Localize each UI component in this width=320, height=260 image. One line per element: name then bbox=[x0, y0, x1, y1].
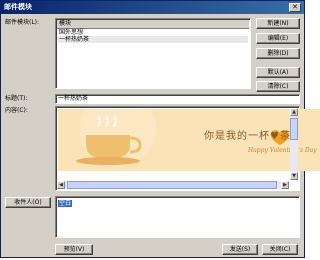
content-label: 内容(C): bbox=[5, 107, 28, 114]
list-item[interactable]: 国外思想 bbox=[58, 29, 248, 36]
subject-value: 一杯热奶茶 bbox=[58, 95, 89, 102]
scroll-down-icon[interactable]: ▼ bbox=[290, 172, 298, 180]
list-column-header[interactable]: 模块 bbox=[57, 20, 249, 29]
title-bar: 邮件模块 ✕ bbox=[1, 1, 304, 14]
subject-input[interactable]: 一杯热奶茶 bbox=[55, 94, 300, 104]
send-button[interactable]: 发送(S) bbox=[222, 244, 258, 255]
close-icon[interactable]: ✕ bbox=[289, 3, 301, 12]
mail-module-dialog: 邮件模块 ✕ 邮件模块(L): 模块 国外思想 一杯热奶茶 新建(N) 编辑(E… bbox=[0, 0, 320, 258]
scroll-right-icon[interactable]: ▶ bbox=[281, 181, 289, 189]
module-label: 邮件模块(L): bbox=[5, 19, 40, 26]
delete-button[interactable]: 删除(D) bbox=[256, 48, 300, 59]
close-button[interactable]: 关闭(C) bbox=[262, 244, 298, 255]
banner-sub-text: Happy Valentine's Day bbox=[248, 147, 317, 154]
clear-button[interactable]: 清除(C) bbox=[256, 81, 300, 92]
list-item-selected[interactable]: 一杯热奶茶 bbox=[58, 36, 248, 43]
recipient-field[interactable]: 空白 bbox=[55, 196, 300, 238]
horizontal-scroll-thumb[interactable] bbox=[67, 181, 277, 189]
scroll-left-icon[interactable]: ◀ bbox=[57, 181, 65, 189]
vertical-scroll-thumb[interactable] bbox=[290, 118, 298, 140]
content-horizontal-scrollbar[interactable]: ◀ ▶ bbox=[57, 181, 289, 189]
banner-main-text: 你是我的一杯♥茶 bbox=[204, 131, 291, 142]
edit-button[interactable]: 编辑(E) bbox=[256, 33, 300, 44]
recipient-value: 空白 bbox=[58, 200, 73, 207]
module-list[interactable]: 模块 国外思想 一杯热奶茶 bbox=[55, 18, 251, 89]
recipient-button[interactable]: 收件人(O) bbox=[5, 197, 51, 208]
default-button[interactable]: 默认(A) bbox=[256, 67, 300, 78]
new-button[interactable]: 新建(N) bbox=[256, 18, 300, 29]
content-editor[interactable]: 你是我的一杯♥茶 Happy Valentine's Day ▲ ▼ ◀ ▶ bbox=[55, 106, 320, 191]
subject-label: 标题(T): bbox=[5, 95, 28, 102]
preview-button[interactable]: 预览(V) bbox=[55, 244, 93, 255]
scroll-up-icon[interactable]: ▲ bbox=[290, 108, 298, 116]
content-banner-image: 你是我的一杯♥茶 Happy Valentine's Day bbox=[58, 109, 320, 171]
content-vertical-scrollbar[interactable]: ▲ ▼ bbox=[290, 108, 298, 180]
window-title: 邮件模块 bbox=[4, 3, 32, 11]
